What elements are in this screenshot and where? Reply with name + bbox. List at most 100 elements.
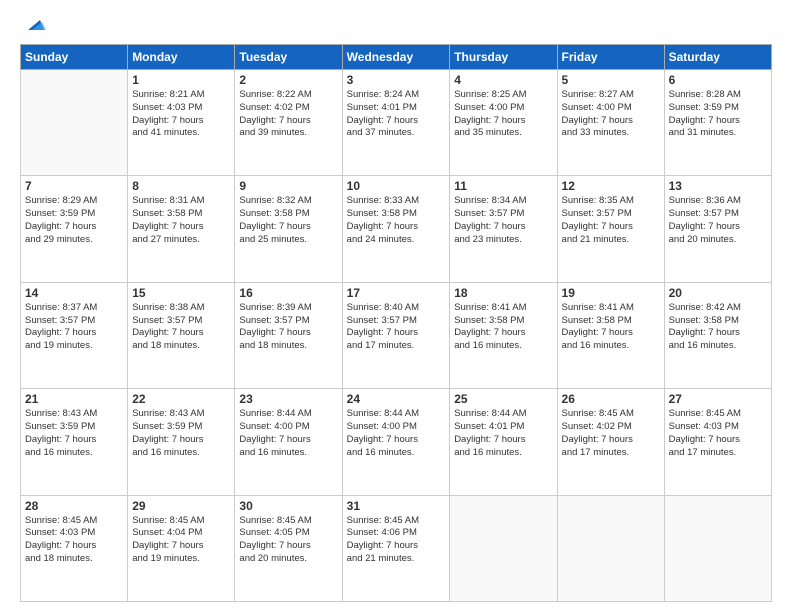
calendar-cell: 14Sunrise: 8:37 AM Sunset: 3:57 PM Dayli… <box>21 282 128 388</box>
calendar-cell: 6 Sunrise: 8:28 AM Sunset: 3:59 PM Daylig… <box>664 70 771 176</box>
calendar-cell: 11 Sunrise: 8:34 AM Sunset: 3:57 PM Dayli… <box>450 176 557 282</box>
calendar-cell: 31Sunrise: 8:45 AM Sunset: 4:06 PM Dayli… <box>342 495 450 601</box>
day-info: Sunrise: 8:22 AM Sunset: 4:02 PM Dayligh… <box>239 89 337 140</box>
calendar-week-row: 21 Sunrise: 8:43 AM Sunset: 3:59 PM Dayli… <box>21 389 772 495</box>
day-number: 27 <box>669 392 767 406</box>
calendar-cell: 1 Sunrise: 8:21 AM Sunset: 4:03 PM Daylig… <box>128 70 235 176</box>
day-number: 30 <box>239 499 337 513</box>
day-number: 9 <box>239 179 337 193</box>
calendar-cell: 30 Sunrise: 8:45 AM Sunset: 4:05 PM Dayli… <box>235 495 342 601</box>
day-number: 13 <box>669 179 767 193</box>
day-info: Sunrise: 8:21 AM Sunset: 4:03 PM Dayligh… <box>132 89 230 140</box>
day-number: 6 <box>669 73 767 87</box>
day-info: Sunrise: 8:31 AM Sunset: 3:58 PM Dayligh… <box>132 195 230 246</box>
day-number: 18 <box>454 286 552 300</box>
calendar-week-row: 28 Sunrise: 8:45 AM Sunset: 4:03 PM Dayli… <box>21 495 772 601</box>
calendar-cell: 13 Sunrise: 8:36 AM Sunset: 3:57 PM Dayli… <box>664 176 771 282</box>
calendar-cell: 20 Sunrise: 8:42 AM Sunset: 3:58 PM Dayli… <box>664 282 771 388</box>
day-info: Sunrise: 8:44 AM Sunset: 4:01 PM Dayligh… <box>454 408 552 459</box>
calendar-cell <box>21 70 128 176</box>
logo-icon <box>22 16 46 34</box>
calendar-week-row: 14Sunrise: 8:37 AM Sunset: 3:57 PM Dayli… <box>21 282 772 388</box>
calendar-cell: 10 Sunrise: 8:33 AM Sunset: 3:58 PM Dayli… <box>342 176 450 282</box>
day-number: 8 <box>132 179 230 193</box>
calendar-cell: 5Sunrise: 8:27 AM Sunset: 4:00 PM Daylig… <box>557 70 664 176</box>
calendar-week-row: 1 Sunrise: 8:21 AM Sunset: 4:03 PM Daylig… <box>21 70 772 176</box>
day-number: 26 <box>562 392 660 406</box>
day-info: Sunrise: 8:39 AM Sunset: 3:57 PM Dayligh… <box>239 302 337 353</box>
day-number: 21 <box>25 392 123 406</box>
calendar-cell: 15 Sunrise: 8:38 AM Sunset: 3:57 PM Dayli… <box>128 282 235 388</box>
day-number: 7 <box>25 179 123 193</box>
calendar-cell: 16 Sunrise: 8:39 AM Sunset: 3:57 PM Dayli… <box>235 282 342 388</box>
calendar-cell: 25 Sunrise: 8:44 AM Sunset: 4:01 PM Dayli… <box>450 389 557 495</box>
day-info: Sunrise: 8:40 AM Sunset: 3:57 PM Dayligh… <box>347 302 446 353</box>
calendar-cell: 26 Sunrise: 8:45 AM Sunset: 4:02 PM Dayli… <box>557 389 664 495</box>
calendar-cell: 18 Sunrise: 8:41 AM Sunset: 3:58 PM Dayli… <box>450 282 557 388</box>
day-number: 15 <box>132 286 230 300</box>
day-info: Sunrise: 8:41 AM Sunset: 3:58 PM Dayligh… <box>562 302 660 353</box>
day-info: Sunrise: 8:43 AM Sunset: 3:59 PM Dayligh… <box>132 408 230 459</box>
day-info: Sunrise: 8:45 AM Sunset: 4:04 PM Dayligh… <box>132 515 230 566</box>
day-info: Sunrise: 8:44 AM Sunset: 4:00 PM Dayligh… <box>239 408 337 459</box>
day-info: Sunrise: 8:25 AM Sunset: 4:00 PM Dayligh… <box>454 89 552 140</box>
day-number: 5 <box>562 73 660 87</box>
day-number: 25 <box>454 392 552 406</box>
day-info: Sunrise: 8:32 AM Sunset: 3:58 PM Dayligh… <box>239 195 337 246</box>
calendar-cell: 3 Sunrise: 8:24 AM Sunset: 4:01 PM Daylig… <box>342 70 450 176</box>
weekday-header: Monday <box>128 45 235 70</box>
weekday-header: Saturday <box>664 45 771 70</box>
calendar-cell <box>450 495 557 601</box>
calendar-cell <box>664 495 771 601</box>
day-number: 22 <box>132 392 230 406</box>
weekday-header: Sunday <box>21 45 128 70</box>
day-number: 16 <box>239 286 337 300</box>
day-info: Sunrise: 8:45 AM Sunset: 4:05 PM Dayligh… <box>239 515 337 566</box>
day-info: Sunrise: 8:42 AM Sunset: 3:58 PM Dayligh… <box>669 302 767 353</box>
day-info: Sunrise: 8:41 AM Sunset: 3:58 PM Dayligh… <box>454 302 552 353</box>
day-number: 4 <box>454 73 552 87</box>
day-number: 24 <box>347 392 446 406</box>
calendar-cell: 7 Sunrise: 8:29 AM Sunset: 3:59 PM Daylig… <box>21 176 128 282</box>
calendar-cell: 12Sunrise: 8:35 AM Sunset: 3:57 PM Dayli… <box>557 176 664 282</box>
day-info: Sunrise: 8:29 AM Sunset: 3:59 PM Dayligh… <box>25 195 123 246</box>
calendar-cell: 22 Sunrise: 8:43 AM Sunset: 3:59 PM Dayli… <box>128 389 235 495</box>
page: SundayMondayTuesdayWednesdayThursdayFrid… <box>0 0 792 612</box>
calendar-cell: 8 Sunrise: 8:31 AM Sunset: 3:58 PM Daylig… <box>128 176 235 282</box>
day-info: Sunrise: 8:45 AM Sunset: 4:02 PM Dayligh… <box>562 408 660 459</box>
day-number: 31 <box>347 499 446 513</box>
day-number: 11 <box>454 179 552 193</box>
day-number: 3 <box>347 73 446 87</box>
day-info: Sunrise: 8:33 AM Sunset: 3:58 PM Dayligh… <box>347 195 446 246</box>
day-number: 28 <box>25 499 123 513</box>
day-info: Sunrise: 8:24 AM Sunset: 4:01 PM Dayligh… <box>347 89 446 140</box>
day-info: Sunrise: 8:34 AM Sunset: 3:57 PM Dayligh… <box>454 195 552 246</box>
weekday-header: Wednesday <box>342 45 450 70</box>
weekday-header: Thursday <box>450 45 557 70</box>
day-info: Sunrise: 8:38 AM Sunset: 3:57 PM Dayligh… <box>132 302 230 353</box>
day-number: 1 <box>132 73 230 87</box>
day-info: Sunrise: 8:35 AM Sunset: 3:57 PM Dayligh… <box>562 195 660 246</box>
day-number: 10 <box>347 179 446 193</box>
calendar-cell: 2Sunrise: 8:22 AM Sunset: 4:02 PM Daylig… <box>235 70 342 176</box>
day-info: Sunrise: 8:28 AM Sunset: 3:59 PM Dayligh… <box>669 89 767 140</box>
calendar-cell: 21Sunrise: 8:43 AM Sunset: 3:59 PM Dayli… <box>21 389 128 495</box>
day-number: 20 <box>669 286 767 300</box>
calendar-table: SundayMondayTuesdayWednesdayThursdayFrid… <box>20 44 772 602</box>
day-info: Sunrise: 8:45 AM Sunset: 4:03 PM Dayligh… <box>669 408 767 459</box>
calendar-cell: 27 Sunrise: 8:45 AM Sunset: 4:03 PM Dayli… <box>664 389 771 495</box>
calendar-cell: 24 Sunrise: 8:44 AM Sunset: 4:00 PM Dayli… <box>342 389 450 495</box>
day-number: 23 <box>239 392 337 406</box>
day-number: 19 <box>562 286 660 300</box>
calendar-cell: 28 Sunrise: 8:45 AM Sunset: 4:03 PM Dayli… <box>21 495 128 601</box>
day-info: Sunrise: 8:44 AM Sunset: 4:00 PM Dayligh… <box>347 408 446 459</box>
day-number: 14 <box>25 286 123 300</box>
calendar-cell: 9 Sunrise: 8:32 AM Sunset: 3:58 PM Daylig… <box>235 176 342 282</box>
calendar-cell: 4 Sunrise: 8:25 AM Sunset: 4:00 PM Daylig… <box>450 70 557 176</box>
header <box>20 16 772 34</box>
weekday-header: Tuesday <box>235 45 342 70</box>
day-number: 29 <box>132 499 230 513</box>
day-info: Sunrise: 8:45 AM Sunset: 4:03 PM Dayligh… <box>25 515 123 566</box>
calendar-week-row: 7 Sunrise: 8:29 AM Sunset: 3:59 PM Daylig… <box>21 176 772 282</box>
day-info: Sunrise: 8:36 AM Sunset: 3:57 PM Dayligh… <box>669 195 767 246</box>
